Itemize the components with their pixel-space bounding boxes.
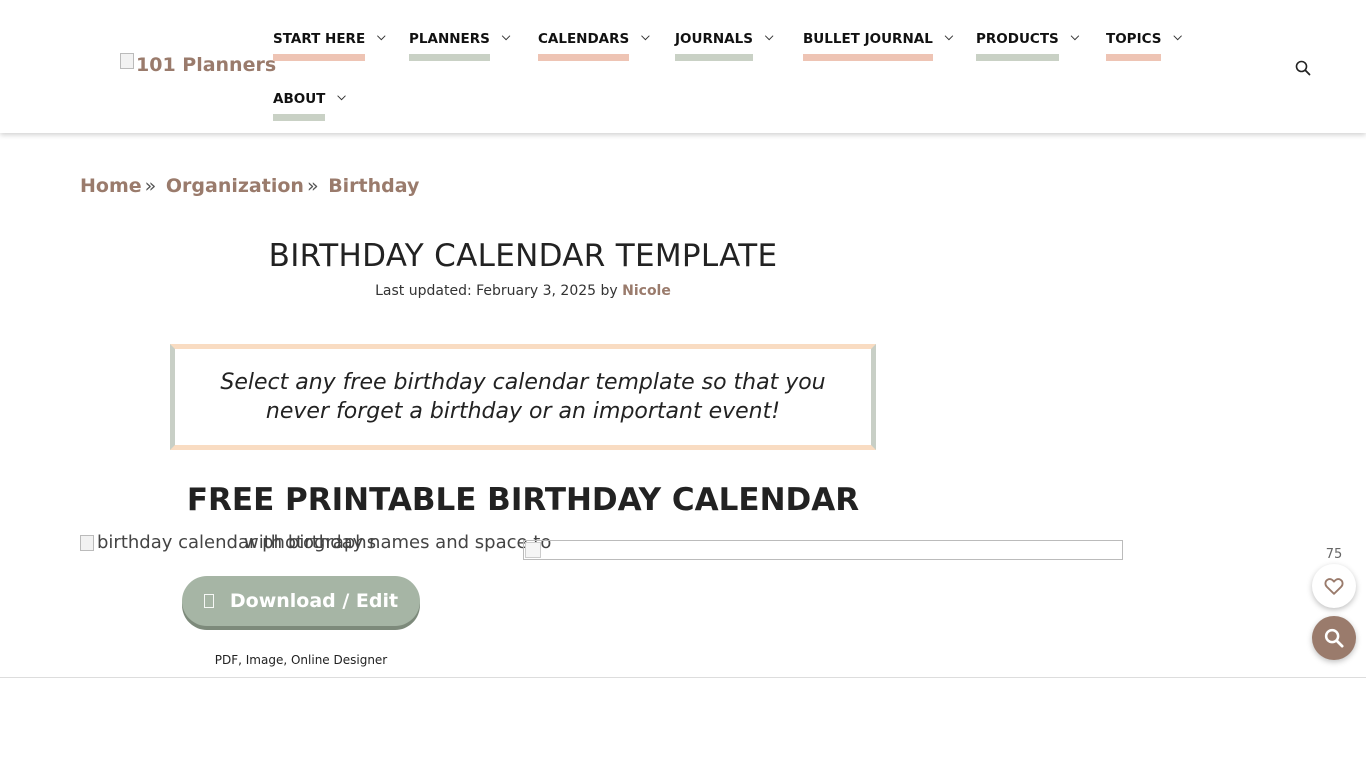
- logo-text: 101 Planners: [136, 54, 277, 76]
- search-icon[interactable]: [1295, 60, 1311, 76]
- nav-label: PLANNERS: [409, 31, 490, 61]
- page-title: BIRTHDAY CALENDAR TEMPLATE: [268, 238, 778, 274]
- divider: [0, 677, 1366, 678]
- download-formats: PDF, Image, Online Designer: [214, 653, 388, 667]
- breadcrumb-birthday[interactable]: Birthday: [328, 175, 419, 197]
- chevron-down-icon: ⌵: [377, 30, 386, 43]
- search-icon: [1324, 628, 1344, 648]
- intro-text: Select any free birthday calendar templa…: [220, 370, 826, 424]
- section-title: FREE PRINTABLE BIRTHDAY CALENDAR: [186, 482, 860, 518]
- nav-bullet-journal[interactable]: BULLET JOURNAL ⌵: [803, 30, 953, 61]
- broken-image-icon: [525, 542, 541, 558]
- nav-planners[interactable]: PLANNERS ⌵: [409, 30, 510, 61]
- breadcrumb: Home» Organization» Birthday: [80, 175, 419, 197]
- chevron-down-icon: ⌵: [501, 30, 511, 43]
- favorite-button[interactable]: [1312, 564, 1356, 608]
- nav-calendars[interactable]: CALENDARS ⌵: [538, 30, 650, 61]
- site-logo[interactable]: 101 Planners: [120, 53, 277, 76]
- nav-label: START HERE: [273, 31, 366, 61]
- nav-products[interactable]: PRODUCTS ⌵: [976, 30, 1079, 61]
- download-icon: [203, 594, 214, 608]
- chevron-down-icon: ⌵: [1070, 30, 1080, 43]
- nav-label: CALENDARS: [538, 31, 630, 61]
- download-edit-button[interactable]: Download / Edit: [182, 576, 420, 626]
- nav-label: TOPICS: [1106, 31, 1162, 61]
- nav-label: BULLET JOURNAL: [803, 31, 933, 61]
- nav-label: ABOUT: [273, 91, 326, 121]
- chevron-down-icon: ⌵: [337, 90, 346, 103]
- broken-image-icon: [80, 534, 94, 551]
- breadcrumb-organization[interactable]: Organization: [166, 175, 304, 197]
- intro-callout: Select any free birthday calendar templa…: [170, 344, 876, 450]
- like-count: 75: [1325, 547, 1343, 562]
- nav-journals[interactable]: JOURNALS ⌵: [675, 30, 773, 61]
- nav-topics[interactable]: TOPICS ⌵: [1106, 30, 1182, 61]
- calendar-image-alt-overlap: with birthday names and space to: [244, 532, 552, 553]
- breadcrumb-separator: »: [306, 175, 319, 197]
- floating-search-button[interactable]: [1312, 616, 1356, 660]
- download-label: Download / Edit: [229, 590, 399, 612]
- chevron-down-icon: ⌵: [944, 30, 954, 43]
- breadcrumb-separator: »: [144, 175, 157, 197]
- calendar-image-frame: [523, 540, 1123, 560]
- author-link[interactable]: Nicole: [622, 283, 671, 299]
- site-header: 101 Planners START HERE ⌵ PLANNERS ⌵ CALEN…: [0, 0, 1366, 133]
- nav-about[interactable]: ABOUT ⌵: [273, 90, 346, 121]
- updated-text: Last updated: February 3, 2025 by: [375, 283, 618, 299]
- nav-label: PRODUCTS: [976, 31, 1059, 61]
- breadcrumb-home[interactable]: Home: [80, 175, 142, 197]
- last-updated: Last updated: February 3, 2025 by Nicole: [0, 283, 1046, 299]
- nav-label: JOURNALS: [675, 31, 753, 61]
- chevron-down-icon: ⌵: [764, 30, 774, 43]
- heart-icon: [1324, 578, 1344, 595]
- nav-start-here[interactable]: START HERE ⌵: [273, 30, 386, 61]
- chevron-down-icon: ⌵: [1173, 30, 1182, 43]
- broken-image-icon: [120, 53, 134, 69]
- chevron-down-icon: ⌵: [641, 30, 650, 43]
